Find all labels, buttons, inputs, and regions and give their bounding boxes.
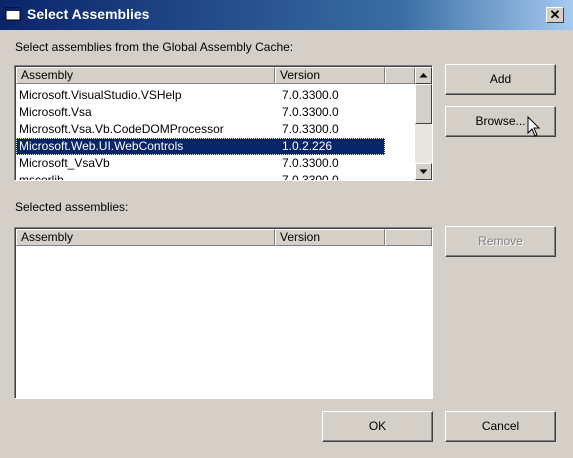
selected-assemblies-label: Selected assemblies: [15, 200, 129, 214]
assembly-name: Microsoft_VsaVb [19, 156, 110, 170]
list-item[interactable]: Microsoft.Vsa 7.0.3300.0 [16, 104, 385, 121]
selected-assembly-list[interactable]: Assembly Version [14, 227, 433, 399]
list-item[interactable]: Microsoft_VsaVb 7.0.3300.0 [16, 155, 385, 172]
column-header-filler [385, 229, 432, 246]
list-item[interactable]: mscorlib 7.0.3300.0 [16, 172, 385, 181]
assembly-name: mscorlib [19, 173, 64, 181]
close-button[interactable]: ✕ [546, 7, 564, 23]
vertical-scrollbar[interactable] [415, 67, 432, 180]
column-header-filler [385, 67, 415, 84]
scroll-thumb[interactable] [415, 84, 432, 124]
column-header-version[interactable]: Version [275, 229, 385, 246]
column-header-version[interactable]: Version [275, 67, 385, 84]
column-header-assembly[interactable]: Assembly [16, 67, 275, 84]
scroll-up-button[interactable] [415, 67, 432, 84]
assembly-name: Microsoft.VisualStudio.VSHelp [19, 88, 182, 102]
window-title: Select Assemblies [27, 6, 150, 22]
assembly-version: 7.0.3300.0 [282, 156, 339, 170]
assembly-name: Microsoft.Web.UI.WebControls [19, 139, 184, 153]
ok-button[interactable]: OK [322, 411, 433, 442]
title-bar[interactable]: Select Assemblies ✕ [0, 0, 573, 30]
gac-assembly-list[interactable]: Assembly Version Microsoft.VisualStudio.… [14, 65, 433, 181]
column-header-assembly[interactable]: Assembly [16, 229, 275, 246]
assembly-version: 7.0.3300.0 [282, 122, 339, 136]
arrow-down-icon [419, 169, 428, 174]
list-item-selected[interactable]: Microsoft.Web.UI.WebControls 1.0.2.226 [16, 138, 385, 155]
assembly-version: 7.0.3300.0 [282, 105, 339, 119]
list-item[interactable]: Microsoft.VisualStudio.VSHelp 7.0.3300.0 [16, 87, 385, 104]
assembly-version: 7.0.3300.0 [282, 173, 339, 181]
window-app-icon [5, 7, 21, 21]
mouse-pointer-icon [527, 116, 541, 137]
remove-button[interactable]: Remove [445, 226, 556, 257]
list-item[interactable]: Microsoft.Vsa.Vb.CodeDOMProcessor 7.0.33… [16, 121, 385, 138]
add-button[interactable]: Add [445, 64, 556, 95]
gac-label: Select assemblies from the Global Assemb… [15, 40, 294, 54]
cancel-button[interactable]: Cancel [445, 411, 556, 442]
arrow-up-icon [419, 73, 428, 78]
assembly-version: 1.0.2.226 [282, 139, 333, 153]
assembly-version: 7.0.3300.0 [282, 88, 339, 102]
scroll-down-button[interactable] [415, 163, 432, 180]
assembly-name: Microsoft.Vsa [19, 105, 92, 119]
assembly-name: Microsoft.Vsa.Vb.CodeDOMProcessor [19, 122, 224, 136]
